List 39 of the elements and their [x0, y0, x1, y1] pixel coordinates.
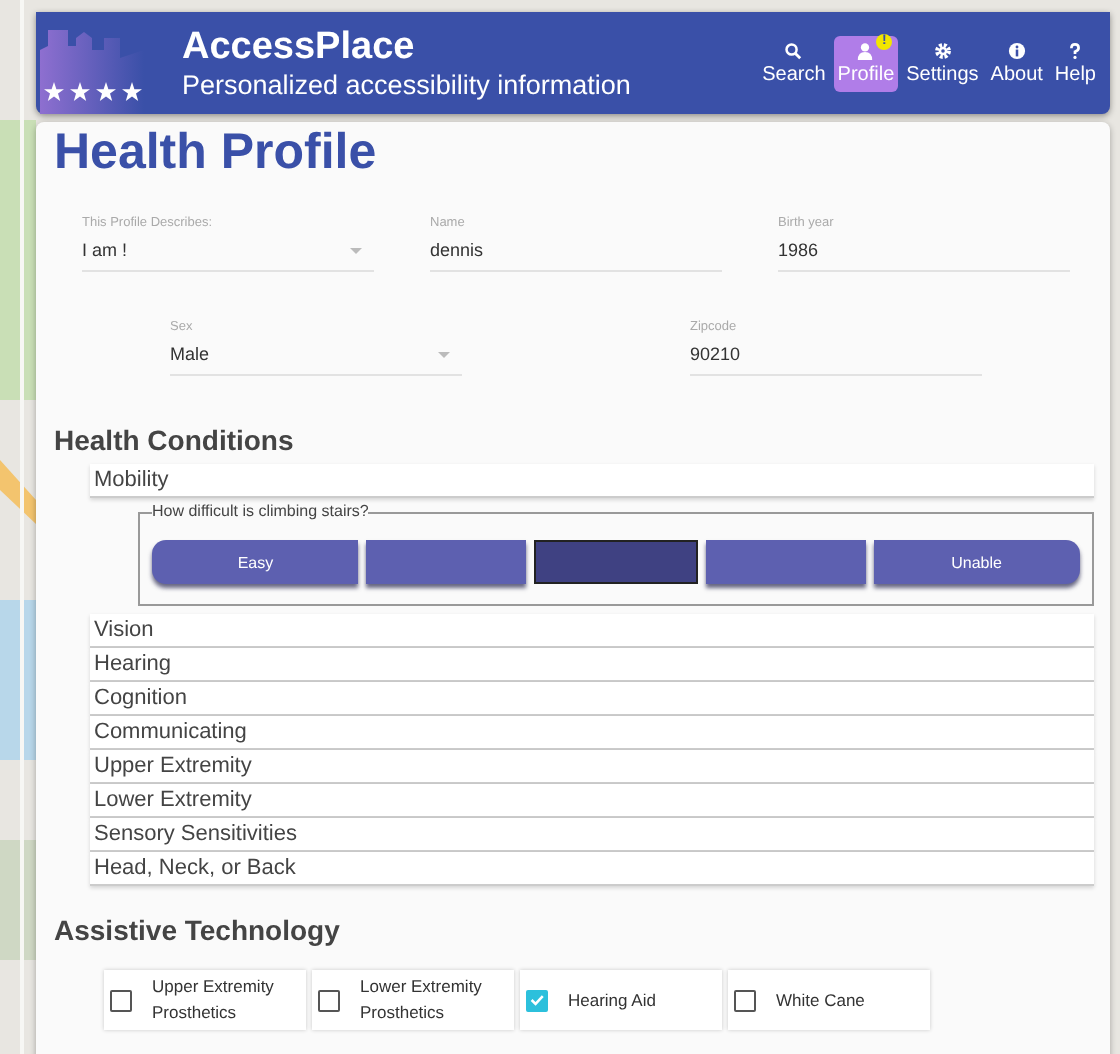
question-label: How difficult is climbing stairs? [152, 504, 369, 520]
checkbox[interactable] [110, 989, 132, 1011]
about-nav-button[interactable]: About [986, 35, 1047, 91]
checkbox[interactable] [734, 989, 756, 1011]
condition-item[interactable]: Cognition [90, 682, 1094, 716]
condition-item[interactable]: Communicating [90, 716, 1094, 750]
option-label: Upper Extremity Prosthetics [152, 974, 276, 1026]
settings-icon [933, 41, 952, 59]
condition-item[interactable]: Upper Extremity [90, 750, 1094, 784]
option-label: White Cane [776, 987, 865, 1013]
app-title: AccessPlace [182, 25, 417, 67]
condition-item[interactable]: Sensory Sensitivities [90, 818, 1094, 852]
app-subtitle: Personalized accessibility information [182, 67, 631, 101]
condition-item[interactable]: Mobility [90, 464, 1094, 498]
condition-item[interactable]: Hearing [90, 648, 1094, 682]
question-icon [1066, 41, 1085, 59]
section-heading: Health Conditions [54, 424, 296, 456]
settings-nav-button[interactable]: Settings [902, 35, 983, 91]
info-icon [1007, 41, 1026, 59]
condition-item[interactable]: Head, Neck, or Back [90, 852, 1094, 886]
person-icon [856, 41, 875, 59]
help-nav-button[interactable]: Help [1050, 35, 1100, 91]
scale-button[interactable] [534, 540, 698, 584]
option-label: Lower Extremity Prosthetics [360, 974, 484, 1026]
assistive-option[interactable]: Upper Extremity Prosthetics [104, 970, 306, 1030]
condition-item[interactable]: Vision [90, 614, 1094, 648]
assistive-option[interactable]: White Cane [728, 970, 930, 1030]
checkbox[interactable] [318, 989, 340, 1011]
section-heading: Assistive Technology [54, 914, 342, 946]
search-nav-button[interactable]: Search [758, 35, 830, 91]
option-label: Hearing Aid [568, 987, 656, 1013]
search-icon [784, 41, 803, 59]
scale-button[interactable]: Easy [152, 540, 359, 584]
assistive-option[interactable]: Lower Extremity Prosthetics [312, 970, 514, 1030]
assistive-option[interactable]: Hearing Aid [520, 970, 722, 1030]
scale-button[interactable]: Unable [873, 540, 1080, 584]
checkbox[interactable] [526, 989, 548, 1011]
condition-item[interactable]: Lower Extremity [90, 784, 1094, 818]
page-title: Health Profile [54, 122, 379, 180]
